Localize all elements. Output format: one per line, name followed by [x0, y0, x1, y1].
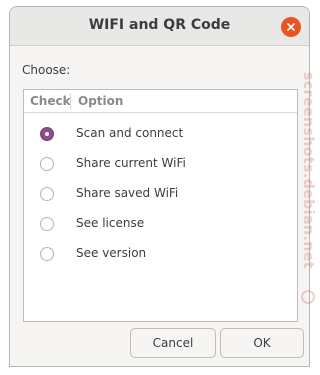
list-row-share-current-wifi[interactable]: Share current WiFi [24, 150, 297, 180]
column-separator [70, 93, 71, 109]
row-label: See version [76, 246, 147, 260]
radio-button[interactable] [40, 217, 54, 231]
list-row-share-saved-wifi[interactable]: Share saved WiFi [24, 180, 297, 210]
list-row-see-version[interactable]: See version [24, 240, 297, 270]
row-label: Scan and connect [76, 126, 184, 140]
cancel-button[interactable]: Cancel [130, 328, 216, 358]
radio-button[interactable] [40, 157, 54, 171]
close-icon [287, 23, 295, 31]
close-button[interactable] [281, 17, 301, 37]
title-bar[interactable]: WIFI and QR Code [10, 7, 309, 46]
list-row-scan-and-connect[interactable]: Scan and connect [24, 120, 297, 150]
ok-button[interactable]: OK [220, 328, 304, 358]
row-label: Share saved WiFi [76, 186, 179, 200]
row-label: See license [76, 216, 145, 230]
options-list: Check Option Scan and connect Share curr… [23, 89, 298, 322]
dialog-window: WIFI and QR Code Choose: Check Option Sc… [9, 6, 310, 367]
debian-logo-icon [301, 290, 315, 304]
radio-button[interactable] [40, 247, 54, 261]
choose-label: Choose: [22, 63, 71, 77]
column-header-check[interactable]: Check [30, 94, 71, 108]
row-label: Share current WiFi [76, 156, 186, 170]
watermark-text: screenshots.debian.net [300, 72, 316, 269]
window-title: WIFI and QR Code [88, 17, 231, 33]
list-header: Check Option [24, 90, 297, 113]
radio-button[interactable] [40, 127, 54, 141]
list-row-see-license[interactable]: See license [24, 210, 297, 240]
column-header-option[interactable]: Option [78, 94, 123, 108]
radio-button[interactable] [40, 187, 54, 201]
